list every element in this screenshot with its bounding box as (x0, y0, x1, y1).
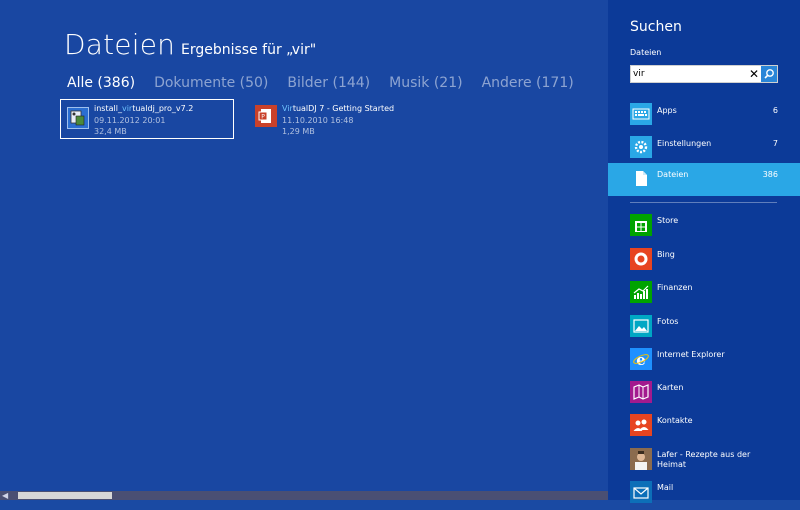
scroll-left-icon[interactable]: ◀ (2, 491, 8, 500)
app-label: Internet Explorer (657, 350, 725, 359)
app-label: Karten (657, 383, 684, 392)
tab-bilder[interactable]: Bilder (144) (287, 75, 370, 91)
category-dateien[interactable]: Dateien 386 (608, 163, 800, 196)
app-label: Fotos (657, 317, 679, 326)
maps-icon (630, 381, 652, 403)
search-scope-label: Dateien (630, 48, 662, 57)
category-label: Apps (657, 106, 677, 115)
app-finanzen[interactable]: Finanzen (608, 279, 800, 309)
result-item[interactable]: install_virtualdj_pro_v7.2 09.11.2012 20… (60, 99, 234, 139)
category-label: Dateien (657, 170, 689, 179)
tab-musik[interactable]: Musik (21) (389, 75, 462, 91)
app-label: Store (657, 216, 679, 225)
store-icon (630, 214, 652, 236)
svg-text:e: e (636, 351, 646, 369)
tab-dokumente[interactable]: Dokumente (50) (154, 75, 268, 91)
gear-icon (630, 136, 652, 158)
file-icon (630, 167, 652, 189)
category-apps[interactable]: Apps 6 (608, 99, 800, 132)
app-mail[interactable]: Mail (608, 479, 800, 509)
category-label: Einstellungen (657, 139, 712, 148)
close-icon[interactable]: ✕ (748, 67, 760, 81)
app-label: Lafer - Rezepte aus der Heimat (657, 450, 751, 469)
pdf-document-icon: P (255, 105, 277, 127)
tab-alle[interactable]: Alle (386) (67, 75, 135, 91)
app-fotos[interactable]: Fotos (608, 313, 800, 343)
app-lafer[interactable]: Lafer - Rezepte aus der Heimat (608, 446, 800, 476)
photos-icon (630, 315, 652, 337)
category-count: 7 (772, 139, 778, 148)
search-input[interactable] (633, 67, 743, 81)
page-title: Dateien (64, 28, 176, 61)
search-box: ✕ (630, 65, 778, 83)
result-item[interactable]: P VirtualDJ 7 - Getting Started 11.10.20… (250, 99, 440, 139)
pane-title: Suchen (630, 19, 682, 35)
results-area: Dateien Ergebnisse für „vir" Alle (386) D… (0, 0, 608, 500)
category-count: 6 (772, 106, 778, 115)
finance-icon (630, 281, 652, 303)
result-date: 11.10.2010 16:48 (282, 116, 354, 125)
search-pane: Suchen Dateien ✕ Apps 6 Einstellungen 7 … (608, 0, 800, 503)
scroll-thumb[interactable] (18, 492, 112, 499)
result-date: 09.11.2012 20:01 (94, 116, 166, 125)
app-internet-explorer[interactable]: e Internet Explorer (608, 346, 800, 376)
category-count: 386 (762, 170, 778, 179)
result-name: install_virtualdj_pro_v7.2 (94, 104, 194, 113)
filter-tabs: Alle (386) Dokumente (50) Bilder (144) Musi… (67, 75, 593, 91)
search-icon (764, 69, 774, 79)
app-label: Kontakte (657, 416, 693, 425)
category-einstellungen[interactable]: Einstellungen 7 (608, 132, 800, 165)
divider (630, 202, 777, 203)
horizontal-scrollbar[interactable]: ◀ (0, 491, 608, 500)
svg-text:P: P (261, 114, 265, 121)
keyboard-icon (630, 103, 652, 125)
bing-icon (630, 248, 652, 270)
results-subtitle: Ergebnisse für „vir" (181, 42, 317, 58)
app-label: Finanzen (657, 283, 693, 292)
lafer-app-icon (630, 448, 652, 470)
internet-explorer-icon: e (630, 348, 652, 370)
app-store[interactable]: Store (608, 212, 800, 242)
app-karten[interactable]: Karten (608, 379, 800, 409)
result-name: VirtualDJ 7 - Getting Started (282, 104, 395, 113)
tab-andere[interactable]: Andere (171) (482, 75, 574, 91)
search-button[interactable] (761, 66, 777, 82)
app-bing[interactable]: Bing (608, 246, 800, 276)
app-kontakte[interactable]: Kontakte (608, 412, 800, 442)
app-label: Bing (657, 250, 675, 259)
installer-icon (67, 107, 89, 129)
contacts-icon (630, 414, 652, 436)
result-size: 32,4 MB (94, 127, 127, 136)
app-label: Mail (657, 483, 674, 492)
result-size: 1,29 MB (282, 127, 315, 136)
